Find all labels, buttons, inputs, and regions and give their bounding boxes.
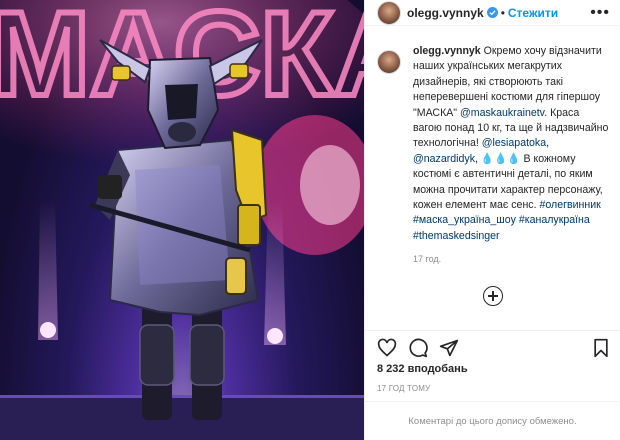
post-photo[interactable]: МАСКА [0,0,364,440]
share-icon[interactable] [439,338,459,358]
post-timestamp: 17 ГОД ТОМУ [377,384,431,393]
follow-button[interactable]: Стежити [508,6,558,20]
divider [365,330,620,331]
caption-comma: , [546,137,550,150]
caption-avatar[interactable] [377,50,401,74]
droplet-emoji: 💧💧💧 [480,152,521,165]
caption-time-ago: 17 год. [413,254,442,265]
mention-maskaukrainetv[interactable]: @maskaukrainetv [460,107,544,119]
post-header: olegg.vynnyk • Стежити ••• [365,0,620,26]
more-options-icon[interactable]: ••• [590,4,610,20]
bookmark-icon[interactable] [591,338,611,358]
separator-dot: • [500,5,505,20]
caption-comma-2: , [475,152,478,165]
avatar[interactable] [377,0,401,25]
post-caption: olegg.vynnyk Окремо хочу відзначити наши… [377,44,610,268]
mention-lesiapatoka[interactable]: @lesiapatoka [482,137,546,149]
costume-illustration: МАСКА [0,0,364,440]
comments-disabled-text: Коментарі до цього допису обмежено. [408,415,577,427]
verified-badge-icon [486,7,498,18]
mention-nazardidyk[interactable]: @nazardidyk [413,153,475,165]
header-username[interactable]: olegg.vynnyk [407,6,484,20]
action-bar [377,336,611,360]
likes-count[interactable]: 8 232 вподобань [377,363,468,375]
comments-disabled-notice: Коментарі до цього допису обмежено. [365,401,620,440]
caption-body: olegg.vynnyk Окремо хочу відзначити наши… [413,44,609,268]
post-sidebar: olegg.vynnyk • Стежити ••• olegg.vynnyk … [364,0,620,440]
caption-username[interactable]: olegg.vynnyk [413,45,481,57]
load-more-comments-icon[interactable] [483,286,503,306]
like-heart-icon[interactable] [377,338,397,358]
comment-icon[interactable] [408,338,428,358]
